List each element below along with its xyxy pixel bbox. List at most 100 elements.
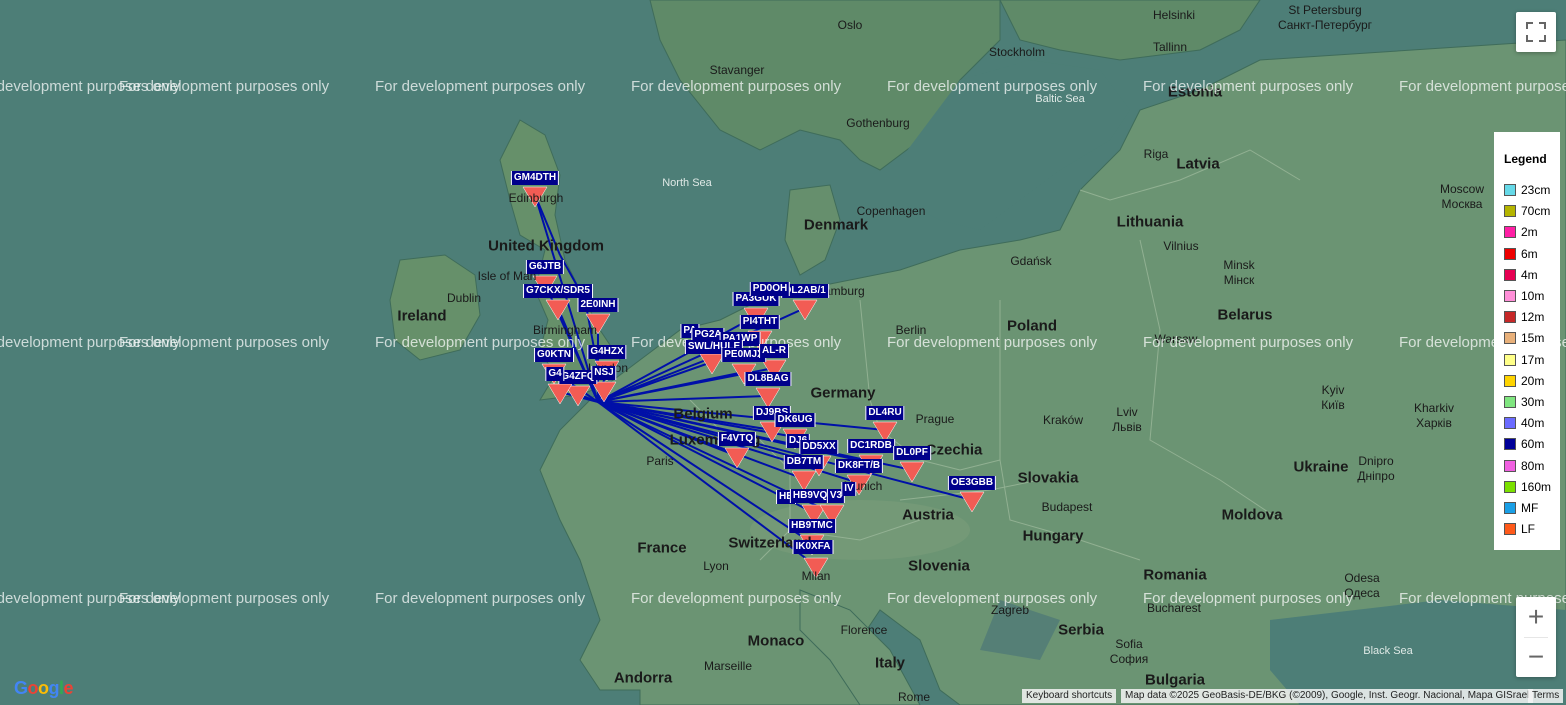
terms-link[interactable]: Terms (1528, 689, 1564, 703)
legend-label: 160m (1521, 479, 1552, 494)
legend-swatch (1504, 523, 1516, 536)
legend-item: LF (1504, 522, 1535, 536)
country-label: Lithuania (1116, 213, 1184, 231)
zoom-out-button[interactable]: − (1516, 637, 1556, 677)
sea-label: Black Sea (1363, 645, 1413, 657)
legend-swatch (1504, 184, 1516, 196)
legend-item: 23cm (1504, 183, 1550, 197)
legend-item: 10m (1504, 289, 1544, 303)
zoom-control: + − (1516, 597, 1556, 677)
callsign-label[interactable]: G7CKX/SDR5 (523, 284, 593, 298)
legend-label: 30m (1521, 395, 1545, 409)
legend-swatch (1504, 268, 1516, 281)
callsign-label[interactable]: DB7TM (783, 455, 825, 469)
callsign-label[interactable]: AL-R (759, 344, 789, 358)
watermark-text: For development purposes only (1399, 78, 1566, 95)
city-label: Vilnius (1163, 239, 1199, 253)
country-label: Belarus (1217, 306, 1273, 324)
country-label: Romania (1143, 566, 1207, 584)
callsign-label[interactable]: DL8BAG (744, 372, 792, 386)
callsign-label[interactable]: OE3GBB (947, 476, 997, 490)
city-label: Lyon (703, 559, 729, 573)
callsign-label[interactable]: DL0PF (893, 446, 931, 460)
watermark-text: For development purposes only (887, 334, 1098, 351)
city-label: Edinburgh (508, 191, 564, 205)
legend-item: MF (1504, 501, 1538, 515)
city-label: Moscow (1439, 182, 1485, 196)
legend-item: 17m (1504, 353, 1544, 367)
watermark-text: For development purposes only (887, 590, 1098, 607)
legend-swatch (1504, 438, 1516, 451)
map-data-attribution: Map data ©2025 GeoBasis-DE/BKG (©2009), … (1121, 689, 1534, 703)
city-label: Москва (1441, 197, 1483, 211)
callsign-label[interactable]: DD5XX (799, 440, 839, 454)
city-label: Copenhagen (856, 204, 926, 218)
watermark-text: For development purposes only (375, 590, 586, 607)
legend-label: 4m (1521, 267, 1538, 282)
legend-item: 70cm (1504, 204, 1550, 218)
country-label: United Kingdom (488, 237, 604, 255)
callsign-label[interactable]: DK8FT/B (834, 459, 884, 473)
legend-label: 15m (1521, 331, 1545, 346)
callsign-label[interactable]: G4 (545, 367, 565, 381)
legend-item: 20m (1504, 374, 1544, 388)
map-view[interactable]: United Kingdom Ireland Denmark Poland Belaru… (0, 0, 1566, 705)
city-label: Paris (646, 454, 674, 468)
watermark-text: For development purposes only (631, 78, 842, 95)
callsign-label[interactable]: GM4DTH (510, 171, 560, 185)
legend-label: LF (1521, 522, 1536, 537)
city-label: Tallinn (1152, 40, 1188, 54)
legend-label: MF (1521, 501, 1539, 515)
country-label: Slovenia (908, 557, 970, 575)
legend-swatch (1504, 417, 1516, 430)
legend-swatch (1504, 480, 1516, 493)
fullscreen-button[interactable] (1516, 12, 1556, 52)
callsign-label[interactable]: DL4RU (865, 406, 905, 420)
watermark-text: For development purposes only (119, 78, 330, 95)
legend-label: 80m (1521, 458, 1545, 473)
legend-item: 40m (1504, 416, 1544, 430)
watermark-text: For development purposes only (631, 590, 842, 607)
city-label: Дніпро (1357, 469, 1395, 483)
legend-item: 4m (1504, 268, 1538, 282)
callsign-label[interactable]: NSJ (591, 366, 617, 380)
city-label: Dnipro (1358, 454, 1394, 468)
country-label: Ireland (397, 307, 447, 325)
callsign-label[interactable]: DC1RDB (847, 439, 895, 453)
callsign-label[interactable]: 2E0INH (577, 298, 619, 312)
country-label: Bulgaria (1144, 671, 1206, 689)
legend-item: 160m (1504, 480, 1551, 494)
watermark-text: For development purposes only (375, 78, 586, 95)
legend-swatch (1504, 353, 1516, 366)
country-label: Serbia (1058, 621, 1104, 639)
city-label: Odesa (1344, 571, 1380, 585)
legend-label: 70cm (1521, 204, 1551, 219)
callsign-label[interactable]: PI4THT (739, 315, 781, 329)
city-label: Sofia (1115, 637, 1143, 651)
callsign-label[interactable]: HB9TMC (788, 519, 836, 533)
callsign-label[interactable]: F4VTQ (717, 432, 757, 446)
legend-swatch (1504, 311, 1516, 324)
city-label: Lviv (1116, 405, 1138, 419)
callsign-label[interactable]: DK6UG (774, 413, 816, 427)
legend-label: 20m (1521, 373, 1545, 388)
country-label: Belgium (673, 405, 733, 423)
legend-swatch (1504, 396, 1516, 408)
callsign-label[interactable]: G4HZX (587, 345, 627, 359)
city-label: Florence (840, 623, 888, 637)
city-label: Санкт-Петербург (1277, 18, 1373, 32)
legend-swatch (1504, 459, 1516, 472)
city-label: Kharkiv (1413, 401, 1455, 415)
callsign-label[interactable]: IK0XFA (792, 540, 834, 554)
zoom-in-button[interactable]: + (1516, 597, 1556, 637)
google-logo: Google (14, 678, 74, 698)
keyboard-shortcuts-link[interactable]: Keyboard shortcuts (1022, 689, 1117, 703)
callsign-label[interactable]: PD0OH (749, 282, 791, 296)
callsign-label[interactable]: IV (841, 482, 857, 496)
callsign-label[interactable]: G6JTB (525, 260, 565, 274)
callsign-label[interactable]: G0KTN (534, 348, 574, 362)
city-label: Marseille (703, 659, 753, 673)
city-label: Dublin (446, 291, 482, 305)
band-legend: Legend 23cm 70cm 2m 6m 4m 10m 12m 15m 17m 20m 30m 4… (1494, 132, 1560, 550)
country-label: Andorra (613, 669, 673, 687)
